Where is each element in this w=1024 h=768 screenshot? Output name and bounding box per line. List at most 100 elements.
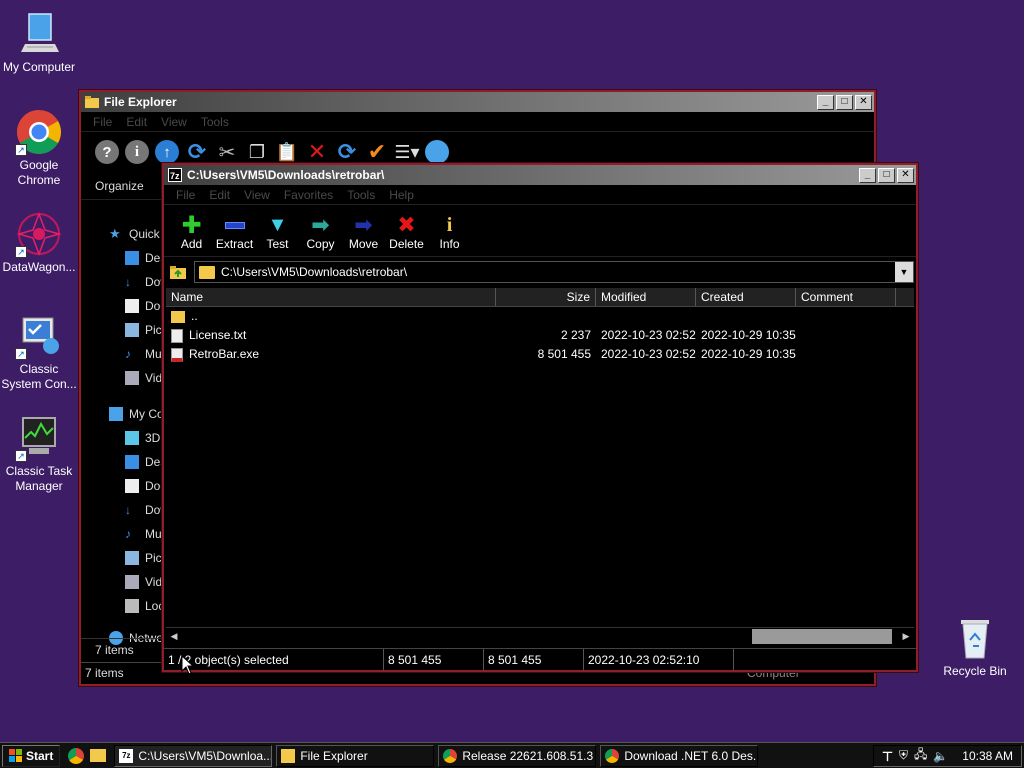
add-button[interactable]: ✚ Add [170,212,213,256]
nav-videos-2[interactable]: Videos [81,570,165,594]
nav-pictures-2[interactable]: Pictures [81,546,165,570]
menu-tools[interactable]: Tools [347,188,375,202]
globe-icon[interactable] [425,140,449,164]
task-chrome-release[interactable]: Release 22621.608.51.3 ·... [438,744,597,767]
scroll-thumb[interactable] [752,628,892,644]
nav-downloads[interactable]: ↓ Downloads [81,270,165,294]
info-button[interactable]: i Info [428,213,471,256]
volume-icon[interactable]: 🔈 [933,749,948,763]
task-chrome-dotnet[interactable]: Download .NET 6.0 Des... [600,744,759,767]
column-modified[interactable]: Modified [596,288,696,306]
status-date: 2022-10-23 02:52:10 [584,649,734,670]
check-icon[interactable]: ✔ [365,139,389,164]
video-icon [125,575,139,589]
language-icon[interactable]: ㄒ [882,748,893,764]
maximize-button[interactable]: □ [836,94,853,110]
column-name[interactable]: Name [166,288,496,306]
file-row-parent[interactable]: .. [166,307,914,326]
copy-icon[interactable]: ❐ [245,140,269,164]
scroll-left-icon[interactable]: ◀ [166,629,182,644]
desktop-icon-classic-task-manager[interactable]: ↗ Classic Task Manager [0,414,78,494]
refresh-icon[interactable]: ⟳ [185,139,209,164]
clock[interactable]: 10:38 AM [962,749,1013,763]
column-comment[interactable]: Comment [796,288,896,306]
column-created[interactable]: Created [696,288,796,306]
7zip-titlebar[interactable]: 7z C:\Users\VM5\Downloads\retrobar\ _ □ … [164,165,916,185]
file-row-license[interactable]: License.txt 2 237 2022-10-23 02:52 2022-… [166,326,914,345]
nav-music[interactable]: ♪ Music [81,342,165,366]
close-button[interactable]: ✕ [897,167,914,183]
test-check-icon: ▼ [267,213,288,236]
download-icon: ↓ [125,503,131,517]
up-icon[interactable]: ↑ [155,140,179,164]
network-icon[interactable]: 🖧 [914,745,927,766]
chrome-icon: ↗ [15,108,63,156]
column-size[interactable]: Size [496,288,596,306]
paste-icon[interactable]: 📋 [275,140,299,164]
scroll-track[interactable] [182,628,898,644]
cut-icon[interactable]: ✂ [215,140,239,164]
menu-tools[interactable]: Tools [201,115,229,129]
nav-documents-2[interactable]: Documents [81,474,165,498]
info-icon[interactable]: i [125,140,149,164]
minimize-button[interactable]: _ [859,167,876,183]
download-icon: ↓ [125,275,131,289]
start-button[interactable]: Start [2,744,61,767]
minimize-button[interactable]: _ [817,94,834,110]
file-row-retrobar[interactable]: RetroBar.exe 8 501 455 2022-10-23 02:52 … [166,345,914,364]
delete-icon[interactable]: ✕ [305,139,329,164]
folder-icon [281,748,296,763]
explorer-title: File Explorer [104,95,177,109]
nav-my-computer[interactable]: My Computer [81,402,165,426]
help-icon[interactable]: ? [95,140,119,164]
menu-view[interactable]: View [244,188,270,202]
menu-file[interactable]: File [176,188,195,202]
nav-documents[interactable]: Documents [81,294,165,318]
maximize-button[interactable]: □ [878,167,895,183]
menu-favorites[interactable]: Favorites [284,188,333,202]
nav-desktop[interactable]: Desktop [81,246,165,270]
quicklaunch-folder-icon[interactable] [90,749,107,762]
task-7zip[interactable]: 7z C:\Users\VM5\Downloa... [114,744,273,767]
view-options-icon[interactable]: ☰▾ [394,140,419,164]
desktop-icon-datawagon[interactable]: ↗ DataWagon... [0,210,78,275]
close-button[interactable]: ✕ [855,94,872,110]
disk-icon [125,599,139,613]
desktop-icon-classic-system-control[interactable]: ↗ Classic System Con... [0,312,78,392]
nav-desktop-2[interactable]: Desktop [81,450,165,474]
desktop-icon-google-chrome[interactable]: ↗ Google Chrome [0,108,78,188]
address-bar[interactable]: C:\Users\VM5\Downloads\retrobar\ ▼ [194,261,914,283]
nav-videos[interactable]: Videos [81,366,165,390]
desktop-icon-my-computer[interactable]: My Computer [0,10,78,75]
test-button[interactable]: ▼ Test [256,213,299,256]
menu-edit[interactable]: Edit [126,115,147,129]
text-file-icon [171,328,183,343]
nav-quick-access[interactable]: ★ Quick access [81,222,165,246]
horizontal-scrollbar[interactable]: ◀ ▶ [166,627,914,644]
delete-button[interactable]: ✖ Delete [385,212,428,256]
cube-icon [125,431,139,445]
security-shield-icon[interactable]: ⛨ [899,748,908,763]
menu-help[interactable]: Help [389,188,414,202]
task-file-explorer[interactable]: File Explorer [276,744,435,767]
nav-music-2[interactable]: ♪ Music [81,522,165,546]
7zip-window[interactable]: 7z C:\Users\VM5\Downloads\retrobar\ _ □ … [162,163,918,672]
nav-local-disk[interactable]: Local Disk [81,594,165,618]
menu-view[interactable]: View [161,115,187,129]
nav-3d-objects[interactable]: 3D Objects [81,426,165,450]
nav-pictures[interactable]: Pictures [81,318,165,342]
sync-icon[interactable]: ⟳ [335,139,359,164]
desktop-icon-recycle-bin[interactable]: Recycle Bin [936,614,1014,679]
nav-downloads-2[interactable]: ↓ Downloads [81,498,165,522]
extract-button[interactable]: Extract [213,213,256,256]
quicklaunch-chrome-icon[interactable] [68,747,85,764]
menu-edit[interactable]: Edit [209,188,230,202]
folder-up-button[interactable] [166,260,190,284]
explorer-titlebar[interactable]: File Explorer _ □ ✕ [81,92,874,112]
menu-file[interactable]: File [93,115,112,129]
copy-button[interactable]: ➡ Copy [299,212,342,256]
chevron-down-icon[interactable]: ▼ [895,262,913,282]
computer-icon [109,407,123,421]
move-button[interactable]: ➡ Move [342,212,385,256]
scroll-right-icon[interactable]: ▶ [898,629,914,644]
